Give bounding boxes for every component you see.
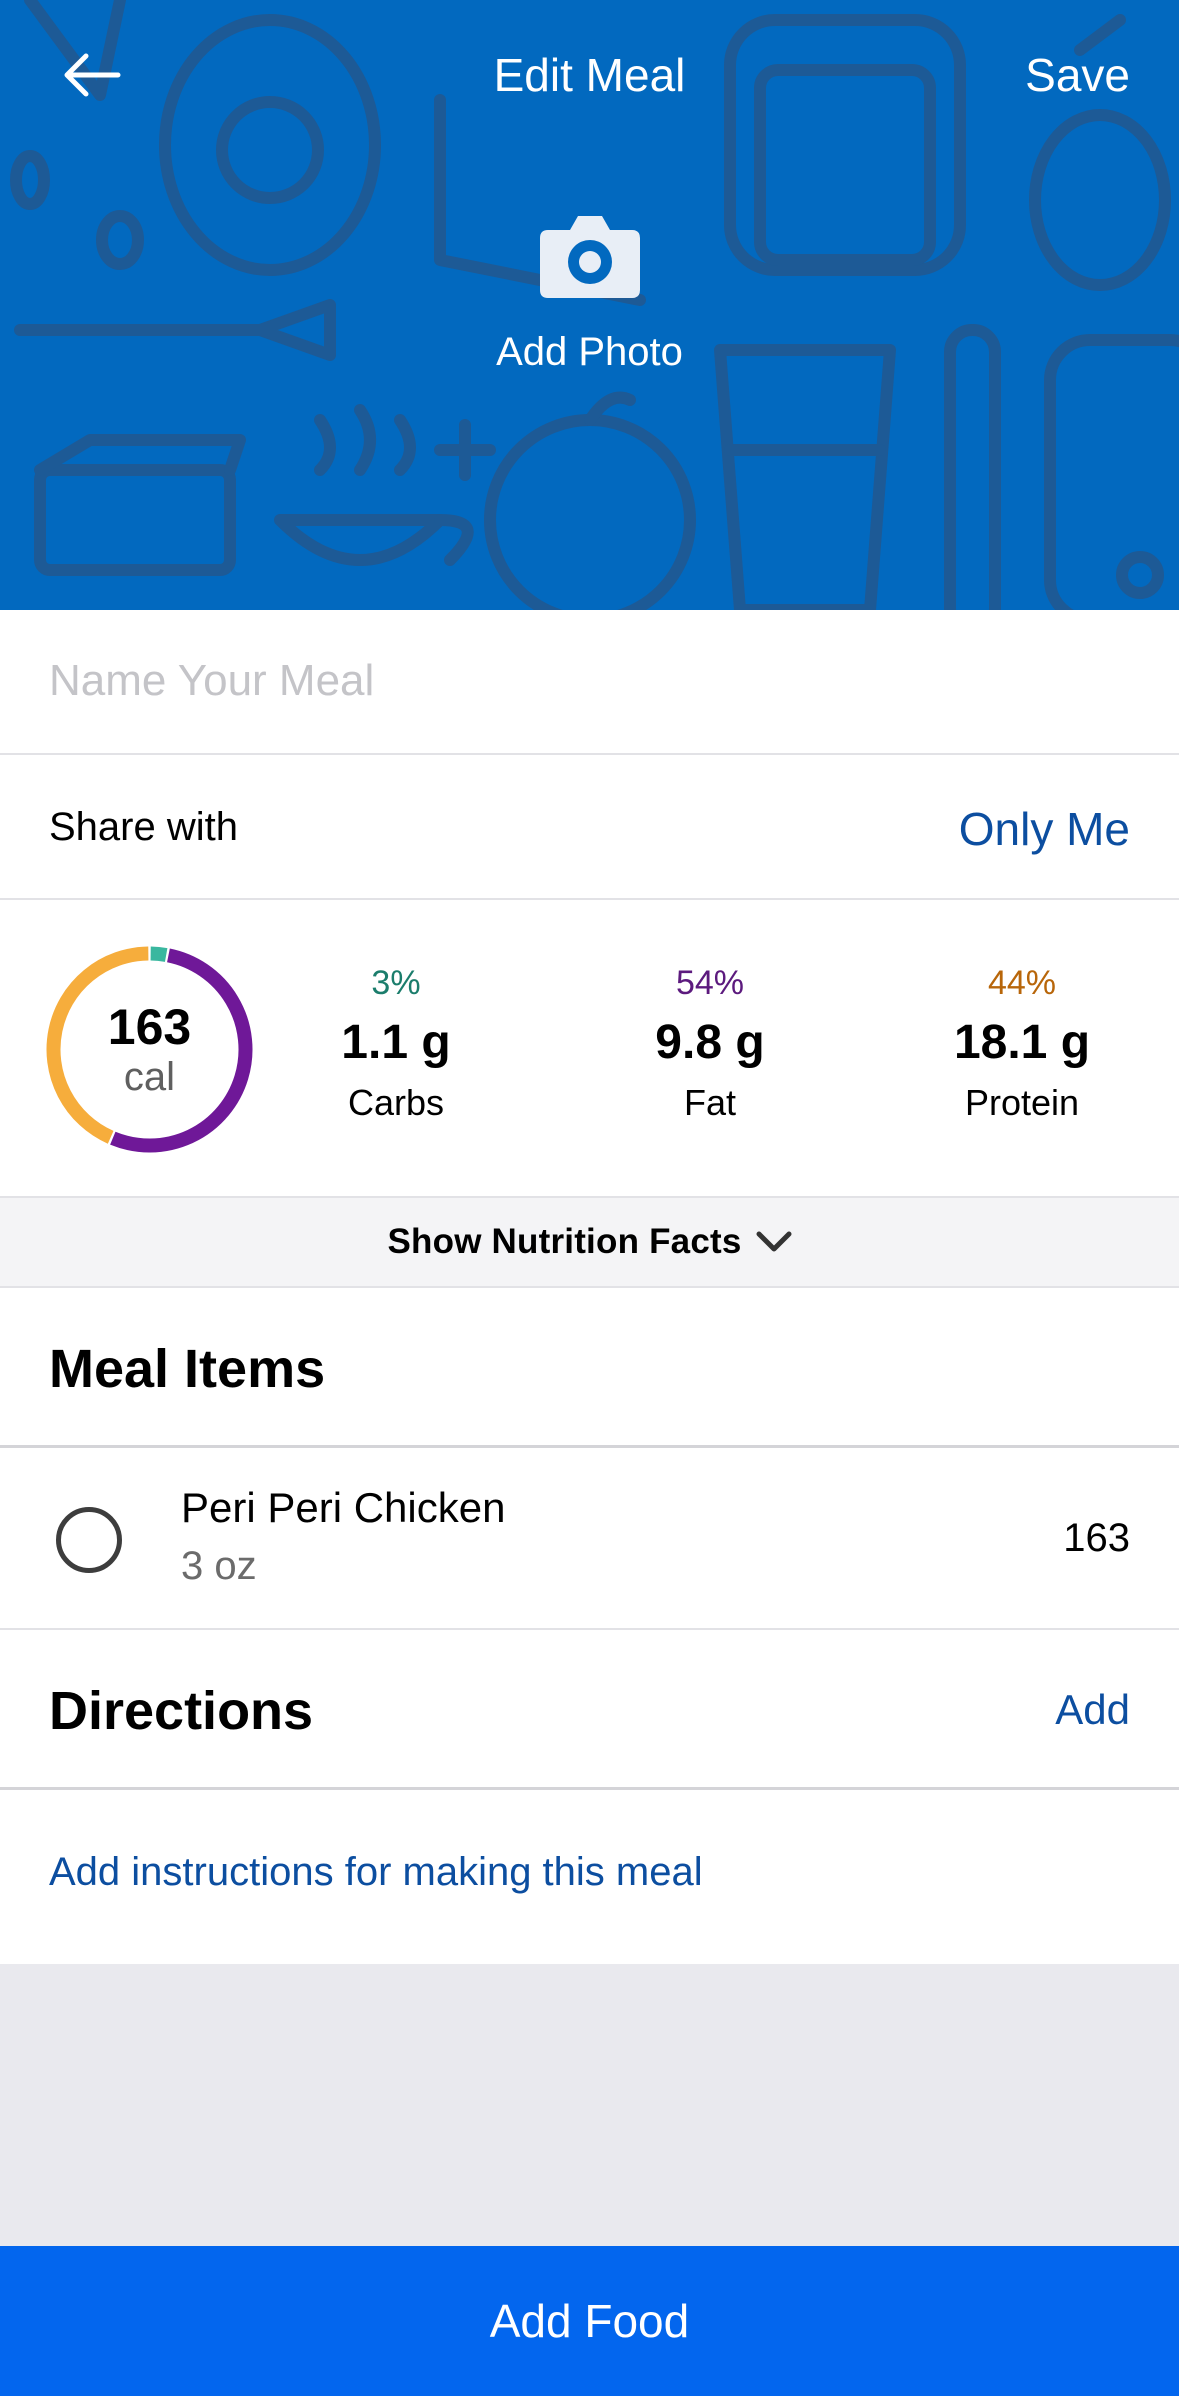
macro-carbs-amount: 1.1 g (341, 1016, 451, 1069)
calorie-total: 163 (107, 999, 192, 1055)
add-food-button[interactable]: Add Food (0, 2246, 1179, 2396)
meal-item-name: Peri Peri Chicken (181, 1484, 506, 1531)
macro-fat: 54% 9.8 g Fat (590, 964, 830, 1124)
add-food-label: Add Food (489, 2295, 690, 2347)
macro-carbs-percent: 3% (371, 964, 421, 1002)
page-title: Edit Meal (493, 49, 686, 101)
ring-segment-carbs (150, 946, 168, 962)
directions-add-button[interactable]: Add (1055, 1686, 1130, 1734)
item-select-checkbox[interactable] (56, 1507, 122, 1573)
meal-item-calories: 163 (1063, 1516, 1130, 1560)
macro-carbs-label: Carbs (347, 1082, 445, 1123)
directions-title: Directions (49, 1681, 314, 1741)
meal-name-input[interactable] (49, 656, 1129, 706)
macro-fat-label: Fat (683, 1082, 736, 1123)
add-photo-button[interactable]: Add Photo (0, 330, 1179, 375)
show-nutrition-facts-toggle[interactable]: Show Nutrition Facts (0, 1198, 1179, 1288)
meal-items-header: Meal Items (0, 1288, 1179, 1448)
meal-name-row (0, 610, 1179, 755)
show-nutrition-facts-label: Show Nutrition Facts (387, 1222, 742, 1261)
calorie-unit: cal (123, 1055, 176, 1099)
macro-summary: 163 cal 3% 1.1 g Carbs 54% 9.8 g Fat 44%… (0, 900, 1179, 1198)
share-row[interactable]: Share with Only Me (0, 755, 1179, 900)
share-with-label: Share with (49, 805, 238, 849)
meal-items-title: Meal Items (49, 1339, 326, 1399)
camera-icon[interactable] (540, 212, 640, 298)
macro-protein: 44% 18.1 g Protein (902, 964, 1142, 1124)
macro-protein-percent: 44% (987, 964, 1057, 1002)
header-hero: Edit Meal Save Add Photo (0, 0, 1179, 610)
save-button[interactable]: Save (1025, 48, 1130, 102)
meal-item-row[interactable]: Peri Peri Chicken 3 oz 163 (0, 1448, 1179, 1630)
directions-hint-link[interactable]: Add instructions for making this meal (49, 1850, 703, 1895)
macro-fat-percent: 54% (675, 964, 745, 1002)
meal-item-quantity: 3 oz (181, 1544, 257, 1588)
macro-carbs: 3% 1.1 g Carbs (276, 964, 516, 1124)
chevron-down-icon (756, 1231, 791, 1252)
share-with-value[interactable]: Only Me (959, 802, 1130, 856)
directions-body[interactable]: Add instructions for making this meal (0, 1790, 1179, 1964)
macro-protein-label: Protein (964, 1082, 1080, 1123)
macro-fat-amount: 9.8 g (655, 1016, 765, 1069)
directions-header: Directions Add (0, 1630, 1179, 1790)
macro-protein-amount: 18.1 g (953, 1016, 1091, 1069)
